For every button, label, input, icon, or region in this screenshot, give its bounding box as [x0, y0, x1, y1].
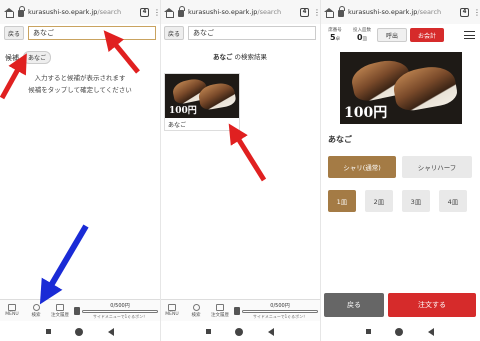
screen-search-results: kurasushi-so.epark.jp/search 4 ⋮ 戻る あなご …: [160, 0, 320, 341]
url-text[interactable]: kurasushi-so.epark.jp/search: [28, 8, 136, 16]
hero-price: 100円: [344, 105, 388, 121]
home-circle-icon[interactable]: [235, 327, 244, 336]
quantity-options: 1皿 2皿 3皿 4皿: [328, 190, 467, 212]
item-hero-image: 100円: [340, 52, 462, 124]
candidates-label: 候補: [5, 53, 19, 62]
candidate-chip[interactable]: あなご: [23, 51, 52, 64]
hint-line-1: 入力すると候補が表示されます: [34, 74, 126, 82]
browser-menu-icon[interactable]: ⋮: [313, 8, 320, 16]
call-staff-button[interactable]: 呼出: [377, 28, 407, 42]
browser-address-bar[interactable]: kurasushi-so.epark.jp/search 4 ⋮: [160, 0, 320, 24]
progress-bar: [82, 309, 158, 313]
search-hint: 入力すると候補が表示されます 候補をタップして確定してください: [0, 72, 160, 96]
screen-search-input: kurasushi-so.epark.jp/search 4 ⋮ 戻る あなご …: [0, 0, 160, 341]
bottom-nav: MENU 検索 注文履歴 0/500円 サイドメニューで1ぐるポン！: [0, 299, 160, 321]
back-button[interactable]: 戻る: [164, 26, 184, 40]
rice-option-normal[interactable]: シャリ(通常): [328, 156, 396, 178]
back-triangle-icon[interactable]: [107, 327, 114, 336]
lock-icon: [178, 6, 185, 17]
nav-search[interactable]: 検索: [24, 303, 48, 318]
tab-count-icon[interactable]: 4: [140, 7, 149, 17]
history-icon: [56, 303, 64, 311]
card-name: あなご: [168, 122, 187, 129]
search-icon: [32, 303, 40, 311]
nav-search[interactable]: 検索: [184, 303, 208, 318]
browser-menu-icon[interactable]: ⋮: [153, 8, 160, 16]
rice-option-half[interactable]: シャリハーフ: [402, 156, 472, 178]
plate-count: 投入皿数 0皿: [353, 28, 371, 42]
progress-note: サイドメニューで1ぐるポン！: [252, 313, 308, 319]
nav-menu[interactable]: MENU: [160, 304, 184, 317]
search-icon: [192, 303, 200, 311]
sushi-image: 100円: [165, 74, 239, 118]
android-nav-bar: [160, 322, 320, 341]
checkout-button[interactable]: お会計: [410, 28, 444, 42]
back-triangle-icon[interactable]: [267, 327, 274, 336]
seat-number: 席番号 5卓: [328, 28, 342, 42]
nav-menu[interactable]: MENU: [0, 304, 24, 317]
rice-options: シャリ(通常) シャリハーフ: [328, 156, 472, 178]
home-icon[interactable]: [164, 7, 174, 18]
recents-icon[interactable]: [366, 329, 372, 334]
home-icon[interactable]: [324, 7, 334, 18]
home-circle-icon[interactable]: [75, 327, 84, 336]
nav-history[interactable]: 注文履歴: [48, 303, 72, 318]
progress-text: 0/500円: [270, 302, 290, 309]
result-card-anago[interactable]: 100円 あなご: [164, 73, 240, 131]
candidate-row: 候補 あなご: [5, 51, 52, 64]
search-input[interactable]: あなご: [28, 26, 156, 40]
bottom-nav: MENU 検索 注文履歴 0/500円 サイドメニューで1ぐるポン！: [160, 299, 320, 321]
place-order-button[interactable]: 注文する: [388, 293, 476, 317]
panel-divider: [160, 0, 161, 341]
result-heading: あなご の検索結果: [212, 53, 268, 61]
home-icon[interactable]: [4, 7, 14, 18]
progress-bar: [242, 309, 318, 313]
lock-icon: [18, 6, 25, 17]
tab-count-icon[interactable]: 4: [300, 7, 309, 17]
browser-address-bar[interactable]: kurasushi-so.epark.jp/search 4 ⋮: [0, 0, 160, 24]
menu-grid-icon: [168, 304, 176, 311]
search-header: 戻る あなご: [4, 26, 156, 42]
home-circle-icon[interactable]: [395, 327, 404, 336]
hint-line-2: 候補をタップして確定してください: [28, 86, 132, 94]
progress-note: サイドメニューで1ぐるポン！: [92, 313, 148, 319]
screen-item-detail: kurasushi-so.epark.jp/search 4 ⋮ 席番号 5卓 …: [320, 0, 480, 341]
recents-icon[interactable]: [46, 329, 52, 334]
lock-icon: [338, 6, 345, 17]
qty-option-4[interactable]: 4皿: [439, 190, 467, 212]
hamburger-menu-icon[interactable]: [464, 31, 475, 39]
browser-menu-icon[interactable]: ⋮: [473, 8, 480, 16]
cart-icon: [74, 306, 80, 315]
search-input[interactable]: あなご: [188, 26, 316, 40]
card-price: 100円: [169, 106, 197, 116]
menu-grid-icon: [8, 304, 16, 311]
nav-history[interactable]: 注文履歴: [208, 303, 232, 318]
history-icon: [216, 303, 224, 311]
back-triangle-icon[interactable]: [427, 327, 434, 336]
detail-back-button[interactable]: 戻る: [324, 293, 384, 317]
search-header: 戻る あなご: [164, 26, 316, 42]
url-text[interactable]: kurasushi-so.epark.jp/search: [188, 8, 296, 16]
panel-divider: [320, 0, 321, 341]
order-header: 席番号 5卓 投入皿数 0皿 呼出 お会計: [320, 24, 480, 46]
progress-block: 0/500円 サイドメニューで1ぐるポン！: [72, 302, 160, 320]
qty-option-2[interactable]: 2皿: [365, 190, 393, 212]
tab-count-icon[interactable]: 4: [460, 7, 469, 17]
qty-option-1[interactable]: 1皿: [328, 190, 356, 212]
android-nav-bar: [0, 322, 160, 341]
progress-text: 0/500円: [110, 302, 130, 309]
recents-icon[interactable]: [206, 329, 212, 334]
url-text[interactable]: kurasushi-so.epark.jp/search: [348, 8, 456, 16]
browser-address-bar[interactable]: kurasushi-so.epark.jp/search 4 ⋮: [320, 0, 480, 24]
back-button[interactable]: 戻る: [4, 26, 24, 40]
item-name: あなご: [328, 135, 352, 144]
cart-icon: [234, 306, 240, 315]
qty-option-3[interactable]: 3皿: [402, 190, 430, 212]
detail-footer: 戻る 注文する: [324, 293, 476, 317]
progress-block: 0/500円 サイドメニューで1ぐるポン！: [232, 302, 320, 320]
android-nav-bar: [320, 322, 480, 341]
